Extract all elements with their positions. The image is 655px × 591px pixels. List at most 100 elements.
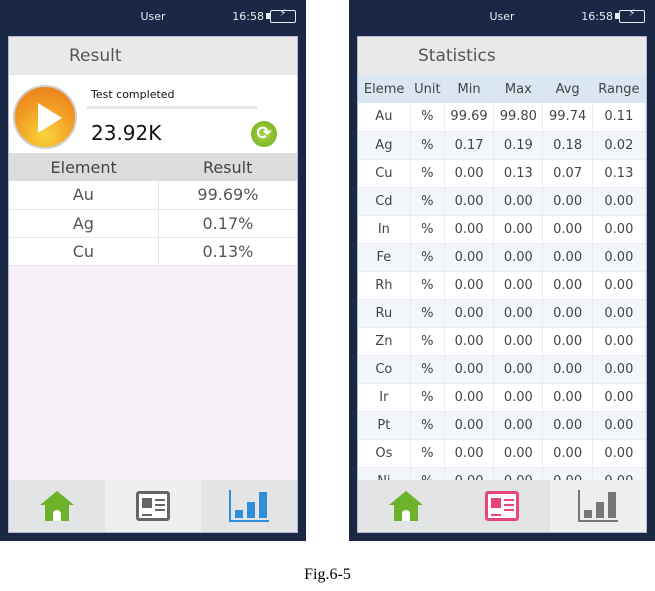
stat-cell: 0.00 xyxy=(444,411,495,440)
table-row: Au% 99.69 99.80 99.74 0.11 xyxy=(358,103,646,132)
nav-statistics[interactable] xyxy=(201,480,297,532)
count-value: 23.92K xyxy=(91,121,162,145)
stat-cell: 0.00 xyxy=(444,439,495,468)
statistics-screen: Statistics Eleme Unit Min Max Avg Range Au% 99… xyxy=(357,36,647,533)
nav-report[interactable] xyxy=(454,480,550,532)
stat-cell: 0.00 xyxy=(542,355,593,384)
element-cell: Au xyxy=(9,181,159,210)
page-title: Statistics xyxy=(358,37,646,75)
stat-cell: 0.00 xyxy=(444,299,495,328)
page-title: Result xyxy=(9,37,297,75)
stat-cell: % xyxy=(410,411,445,440)
table-row: Ag% 0.17 0.19 0.18 0.02 xyxy=(358,131,646,160)
nav-statistics[interactable] xyxy=(550,480,646,532)
statistics-chart-icon xyxy=(229,490,269,522)
table-row: Cd% 0.00 0.00 0.00 0.00 xyxy=(358,187,646,216)
result-device-frame: User 16:58 ⚡ Result Test completed 23.92… xyxy=(0,0,306,541)
refresh-icon[interactable]: ⟳ xyxy=(251,121,277,147)
stat-cell: 0.00 xyxy=(542,411,593,440)
column-header-element: Element xyxy=(9,153,159,181)
column-header-result: Result xyxy=(158,153,297,181)
table-row: Ir% 0.00 0.00 0.00 0.00 xyxy=(358,383,646,412)
stat-cell: 0.00 xyxy=(444,159,495,188)
start-test-button[interactable] xyxy=(13,85,77,149)
result-table: Element Result Au 99.69% Ag 0.17% Cu 0.13% xyxy=(9,153,297,266)
stat-cell: 0.00 xyxy=(592,187,646,216)
stat-cell: 99.80 xyxy=(493,103,544,132)
stat-cell: 0.00 xyxy=(493,383,544,412)
stat-cell: 0.00 xyxy=(493,243,544,272)
stat-cell: % xyxy=(410,383,445,412)
stat-cell: Zn xyxy=(358,327,411,356)
bottom-nav xyxy=(358,480,646,532)
stat-cell: 0.00 xyxy=(493,299,544,328)
result-cell: 0.13% xyxy=(158,237,297,266)
element-cell: Ag xyxy=(9,209,159,238)
stat-cell: Cu xyxy=(358,159,411,188)
column-header: Avg xyxy=(542,75,593,103)
stat-cell: 0.00 xyxy=(542,327,593,356)
stat-cell: % xyxy=(410,103,445,132)
stat-cell: In xyxy=(358,215,411,244)
stat-cell: Au xyxy=(358,103,411,132)
stat-cell: 0.13 xyxy=(493,159,544,188)
nav-home[interactable] xyxy=(9,480,105,532)
stat-cell: % xyxy=(410,131,445,160)
stat-cell: 0.00 xyxy=(592,439,646,468)
stat-cell: 0.18 xyxy=(542,131,593,160)
stat-cell: Ru xyxy=(358,299,411,328)
stat-cell: 0.17 xyxy=(444,131,495,160)
stat-cell: 99.69 xyxy=(444,103,495,132)
stat-cell: 0.00 xyxy=(592,243,646,272)
stat-cell: 0.00 xyxy=(444,383,495,412)
stat-cell: 0.00 xyxy=(493,187,544,216)
clock: 16:58 xyxy=(581,10,613,23)
stat-cell: % xyxy=(410,271,445,300)
stat-cell: 0.00 xyxy=(493,215,544,244)
stat-cell: 0.00 xyxy=(592,411,646,440)
home-icon xyxy=(40,491,74,521)
stat-cell: Os xyxy=(358,439,411,468)
stat-cell: % xyxy=(410,355,445,384)
stat-cell: 0.07 xyxy=(542,159,593,188)
stat-cell: 0.00 xyxy=(542,271,593,300)
stat-cell: % xyxy=(410,439,445,468)
clock: 16:58 xyxy=(232,10,264,23)
statistics-table[interactable]: Eleme Unit Min Max Avg Range Au% 99.69 99.80 99.… xyxy=(358,75,646,496)
stat-cell: 0.00 xyxy=(592,299,646,328)
test-progress-bar xyxy=(87,106,257,109)
result-cell: 99.69% xyxy=(158,181,297,210)
stat-cell: 0.00 xyxy=(542,383,593,412)
stat-cell: 0.00 xyxy=(444,215,495,244)
stat-cell: 0.00 xyxy=(444,327,495,356)
result-screen: Result Test completed 23.92K ⟳ Element R… xyxy=(8,36,298,533)
nav-report[interactable] xyxy=(105,480,201,532)
stat-cell: Rh xyxy=(358,271,411,300)
status-bar: User 16:58 ⚡ xyxy=(349,0,655,34)
figure-caption: Fig.6-5 xyxy=(304,566,351,583)
home-icon xyxy=(389,491,423,521)
column-header: Eleme xyxy=(358,75,411,103)
stat-cell: % xyxy=(410,159,445,188)
stat-cell: % xyxy=(410,215,445,244)
table-row: Ag 0.17% xyxy=(9,209,297,238)
table-row: Fe% 0.00 0.00 0.00 0.00 xyxy=(358,243,646,272)
stat-cell: 0.00 xyxy=(542,215,593,244)
element-cell: Cu xyxy=(9,237,159,266)
stat-cell: 0.00 xyxy=(542,187,593,216)
stat-cell: Ir xyxy=(358,383,411,412)
stat-cell: 0.19 xyxy=(493,131,544,160)
bottom-nav xyxy=(9,480,297,532)
battery-charging-icon: ⚡ xyxy=(615,8,645,23)
table-row: Rh% 0.00 0.00 0.00 0.00 xyxy=(358,271,646,300)
stat-cell: % xyxy=(410,243,445,272)
stat-cell: 0.13 xyxy=(592,159,646,188)
nav-home[interactable] xyxy=(358,480,454,532)
test-status: Test completed xyxy=(91,88,175,101)
stat-cell: Pt xyxy=(358,411,411,440)
stat-cell: % xyxy=(410,187,445,216)
test-panel: Test completed 23.92K ⟳ xyxy=(9,75,297,153)
stat-cell: Fe xyxy=(358,243,411,272)
column-header: Range xyxy=(592,75,646,103)
stat-cell: 0.11 xyxy=(592,103,646,132)
